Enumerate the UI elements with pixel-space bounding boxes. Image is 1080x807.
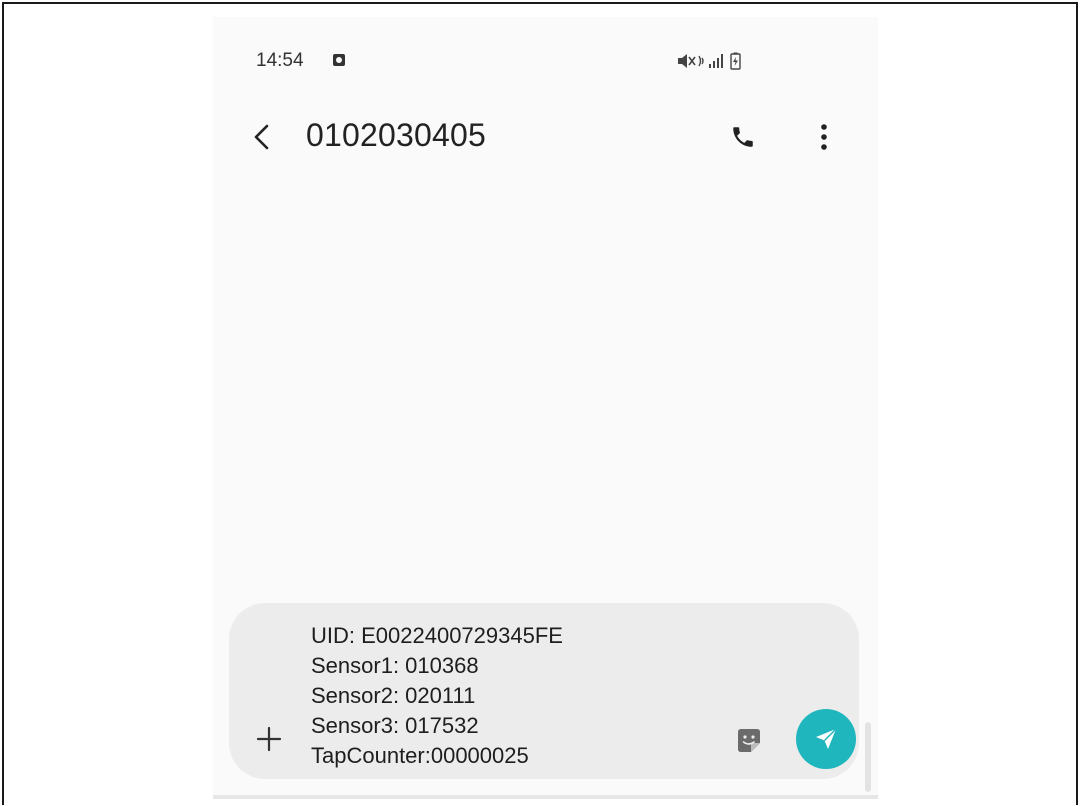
photo-icon (333, 54, 345, 66)
app-bar: 0102030405 (213, 107, 878, 177)
status-icons (678, 52, 741, 70)
battery-charging-icon (730, 52, 741, 70)
back-button[interactable] (241, 117, 281, 157)
call-button[interactable] (723, 117, 763, 157)
status-bar: 14:54 (213, 17, 878, 97)
phone-icon (733, 127, 753, 147)
more-options-button[interactable] (804, 117, 844, 157)
bottom-divider (213, 795, 878, 799)
message-input[interactable]: UID: E0022400729345FE Sensor1: 010368 Se… (311, 621, 741, 771)
back-arrow-icon (254, 124, 269, 150)
contact-title: 0102030405 (306, 117, 486, 153)
mute-icon (678, 54, 696, 68)
status-time: 14:54 (256, 50, 304, 71)
more-vert-icon (821, 124, 827, 150)
wifi-icon (698, 55, 704, 67)
send-icon (816, 728, 837, 749)
add-attachment-button[interactable] (251, 721, 287, 757)
send-button[interactable] (796, 709, 856, 769)
signal-icon (709, 54, 723, 68)
scrollbar[interactable] (865, 722, 871, 792)
sticker-icon[interactable] (734, 726, 764, 756)
compose-bar: UID: E0022400729345FE Sensor1: 010368 Se… (229, 603, 859, 779)
phone-screen: 14:54 0102030405 UID: E0022400729345FE S… (213, 17, 878, 799)
plus-icon (256, 726, 282, 752)
